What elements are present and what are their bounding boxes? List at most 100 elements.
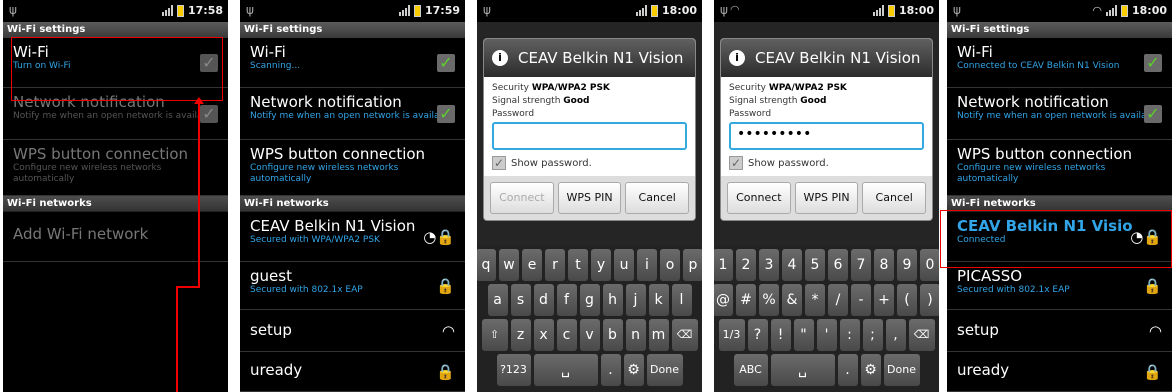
cancel-button[interactable]: Cancel [862,182,927,214]
key[interactable]: 5 [805,249,825,281]
symbols-key[interactable]: ?123 [496,354,531,386]
key[interactable]: ! [770,319,791,351]
key[interactable]: q [477,249,496,281]
key[interactable]: ( [897,284,917,316]
key[interactable]: - [851,284,871,316]
connect-button[interactable]: Connect [490,182,554,214]
notification-checkbox[interactable]: ✓ [200,104,218,123]
key[interactable]: ? [747,319,768,351]
key[interactable]: s [510,284,531,316]
key[interactable]: f [556,284,577,316]
abc-key[interactable]: ABC [733,354,768,386]
key[interactable]: c [556,319,577,351]
key[interactable]: e [522,249,542,281]
key[interactable]: h [602,284,623,316]
key[interactable]: % [759,284,779,316]
key[interactable]: @ [714,284,733,316]
page-key[interactable]: 1/3 [718,319,745,351]
key[interactable]: " [793,319,814,351]
key[interactable]: a [487,284,508,316]
key[interactable]: n [625,319,646,351]
key[interactable]: ) [920,284,939,316]
wifi-checkbox[interactable]: ✓ [437,53,455,72]
network-item[interactable]: PICASSO Secured with 802.1x EAP 🔒 [947,262,1172,310]
wps-row[interactable]: WPS button connection Configure new wire… [240,140,465,196]
key[interactable]: r [545,249,565,281]
key[interactable]: b [602,319,623,351]
network-notification-row[interactable]: Network notification Notify me when an o… [240,88,465,140]
key[interactable]: p [683,249,702,281]
key[interactable]: k [648,284,669,316]
key[interactable]: 9 [897,249,917,281]
network-item[interactable]: guest Secured with 802.1x EAP 🔒 [240,262,465,310]
password-input[interactable] [492,122,687,150]
key[interactable]: / [828,284,848,316]
network-notification-row[interactable]: Network notification Notify me when an o… [947,88,1172,140]
key[interactable]: 1 [714,249,733,281]
key[interactable]: g [579,284,600,316]
cancel-button[interactable]: Cancel [625,182,690,214]
key[interactable]: * [805,284,825,316]
network-item[interactable]: uready 🔒 [947,352,1172,392]
info-icon: i [729,50,745,66]
show-password-checkbox[interactable]: ✓ Show password. [492,156,687,170]
settings-key-icon[interactable]: ⚙ [860,354,881,386]
delete-key-icon[interactable]: ⌫ [908,319,935,351]
key[interactable]: 2 [736,249,756,281]
key[interactable]: t [568,249,588,281]
key[interactable]: ' [816,319,837,351]
space-key[interactable]: ␣ [533,354,598,386]
done-key[interactable]: Done [646,354,683,386]
network-item[interactable]: uready 🔒 [240,352,465,392]
key[interactable]: l [671,284,692,316]
key[interactable]: , [885,319,906,351]
key[interactable]: j [625,284,646,316]
connect-button[interactable]: Connect [727,182,791,214]
shift-key-icon[interactable]: ⇧ [481,319,508,351]
wps-pin-button[interactable]: WPS PIN [794,182,859,214]
add-network-row[interactable]: Add Wi-Fi network [3,212,228,262]
password-input[interactable]: ••••••••• [729,122,924,150]
key[interactable]: x [533,319,554,351]
key[interactable]: z [510,319,531,351]
key[interactable]: 8 [874,249,894,281]
done-key[interactable]: Done [883,354,920,386]
notification-checkbox[interactable]: ✓ [1144,104,1162,123]
key[interactable]: o [660,249,680,281]
key[interactable]: 3 [759,249,779,281]
key[interactable]: u [614,249,634,281]
wps-row[interactable]: WPS button connection Configure new wire… [947,140,1172,196]
network-item[interactable]: setup ◠ [947,310,1172,352]
key[interactable]: 7 [851,249,871,281]
network-item[interactable]: setup ◠ [240,310,465,352]
key[interactable]: 0 [920,249,939,281]
settings-key-icon[interactable]: ⚙ [623,354,644,386]
period-key[interactable]: . [600,354,621,386]
notification-checkbox[interactable]: ✓ [437,104,455,123]
wifi-checkbox[interactable]: ✓ [1144,53,1162,72]
wifi-toggle-row[interactable]: Wi-Fi Scanning... ✓ [240,38,465,88]
key[interactable]: i [637,249,657,281]
show-password-checkbox[interactable]: ✓ Show password. [729,156,924,170]
key[interactable]: & [782,284,802,316]
key[interactable]: # [736,284,756,316]
key[interactable]: y [591,249,611,281]
network-item[interactable]: CEAV Belkin N1 Vision Secured with WPA/W… [240,212,465,262]
wps-row[interactable]: WPS button connection Configure new wire… [3,140,228,196]
key[interactable]: d [533,284,554,316]
wifi-toggle-row[interactable]: Wi-Fi Connected to CEAV Belkin N1 Vision… [947,38,1172,88]
key[interactable]: ; [862,319,883,351]
key[interactable]: + [874,284,894,316]
key[interactable]: 6 [828,249,848,281]
key[interactable]: m [648,319,669,351]
delete-key-icon[interactable]: ⌫ [671,319,698,351]
wifi-status-icon: ◠ [730,3,740,16]
key[interactable]: v [579,319,600,351]
key[interactable]: 4 [782,249,802,281]
key[interactable]: : [839,319,860,351]
phone-screen-5: ψ ◠ 18:00 Wi-Fi settings Wi-Fi Connected … [947,0,1172,392]
wps-pin-button[interactable]: WPS PIN [557,182,622,214]
key[interactable]: w [499,249,519,281]
space-key[interactable]: ␣ [770,354,835,386]
period-key[interactable]: . [837,354,858,386]
